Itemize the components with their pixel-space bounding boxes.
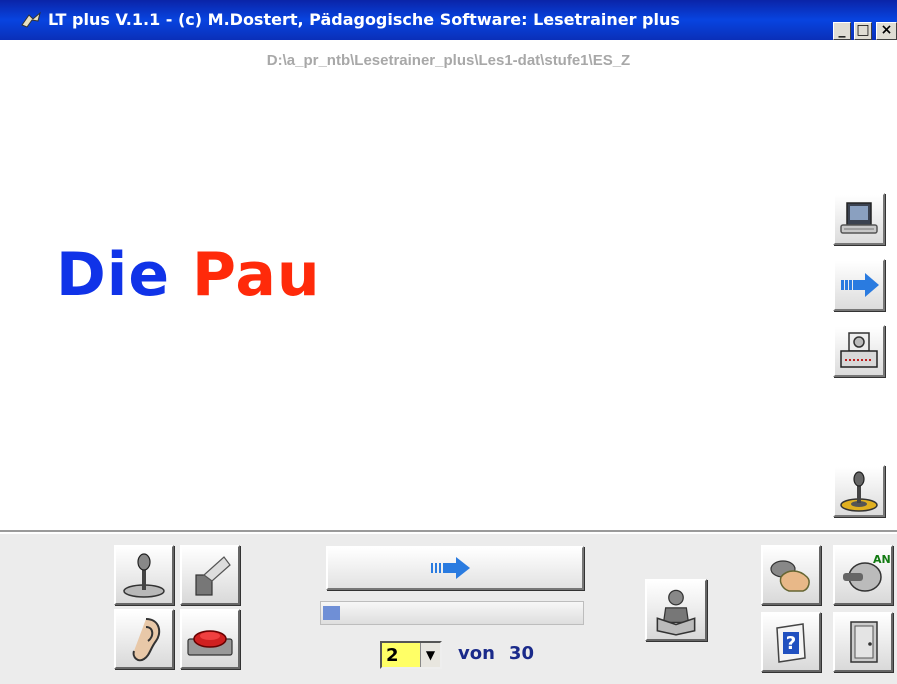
switch-on-icon: AN bbox=[843, 553, 891, 592]
page-of-label: von bbox=[458, 643, 495, 664]
page-select[interactable]: 2 ▼ bbox=[380, 641, 442, 669]
stop-button-icon bbox=[187, 630, 233, 656]
next-button[interactable] bbox=[833, 259, 885, 311]
progress-fill bbox=[323, 606, 340, 620]
progress-bar bbox=[320, 601, 584, 625]
reading-person-icon bbox=[656, 589, 696, 636]
title-bar: LT plus V.1.1 - (c) M.Dostert, Pädagogis… bbox=[0, 0, 897, 40]
minimize-button[interactable]: _ bbox=[833, 22, 851, 40]
word-part-1: Die bbox=[56, 240, 171, 310]
eraser-button[interactable] bbox=[180, 545, 240, 605]
print-button[interactable] bbox=[833, 325, 885, 377]
computer-icon bbox=[840, 202, 878, 234]
file-path: D:\a_pr_ntb\Lesetrainer_plus\Les1-dat\st… bbox=[266, 52, 631, 69]
page-count: von 30 bbox=[458, 643, 542, 664]
microphone-icon bbox=[123, 553, 165, 598]
microphone-icon bbox=[840, 471, 878, 512]
record-button[interactable] bbox=[833, 465, 885, 517]
next-word-button[interactable] bbox=[326, 546, 584, 590]
app-logo-icon bbox=[21, 11, 41, 28]
ear-icon bbox=[132, 618, 161, 662]
printer-icon bbox=[840, 332, 878, 368]
read-aloud-button[interactable] bbox=[645, 579, 707, 641]
help-icon: ? bbox=[776, 623, 806, 663]
mouse-mode-button[interactable] bbox=[761, 545, 821, 605]
arrow-right-icon bbox=[841, 273, 879, 297]
reading-word: Die Pau bbox=[56, 240, 321, 310]
computer-button[interactable] bbox=[833, 193, 885, 245]
switch-on-button[interactable]: AN bbox=[833, 545, 893, 605]
help-button[interactable]: ? bbox=[761, 612, 821, 672]
maximize-button[interactable]: □ bbox=[854, 22, 872, 40]
stop-button[interactable] bbox=[180, 609, 240, 669]
chevron-down-icon[interactable]: ▼ bbox=[420, 643, 440, 667]
hand-mouse-icon bbox=[770, 560, 810, 592]
word-part-2: Pau bbox=[191, 240, 321, 310]
page-current: 2 bbox=[386, 645, 399, 666]
page-total: 30 bbox=[508, 643, 534, 664]
exit-button[interactable] bbox=[833, 612, 893, 672]
recorder-button[interactable] bbox=[114, 545, 174, 605]
svg-text:AN: AN bbox=[873, 553, 891, 566]
exit-door-icon bbox=[850, 621, 878, 663]
listen-button[interactable] bbox=[114, 609, 174, 669]
eraser-icon bbox=[195, 556, 231, 596]
arrow-right-icon bbox=[431, 557, 470, 579]
close-button[interactable]: × bbox=[876, 22, 897, 40]
svg-text:?: ? bbox=[786, 633, 796, 654]
window-title: LT plus V.1.1 - (c) M.Dostert, Pädagogis… bbox=[48, 10, 680, 29]
